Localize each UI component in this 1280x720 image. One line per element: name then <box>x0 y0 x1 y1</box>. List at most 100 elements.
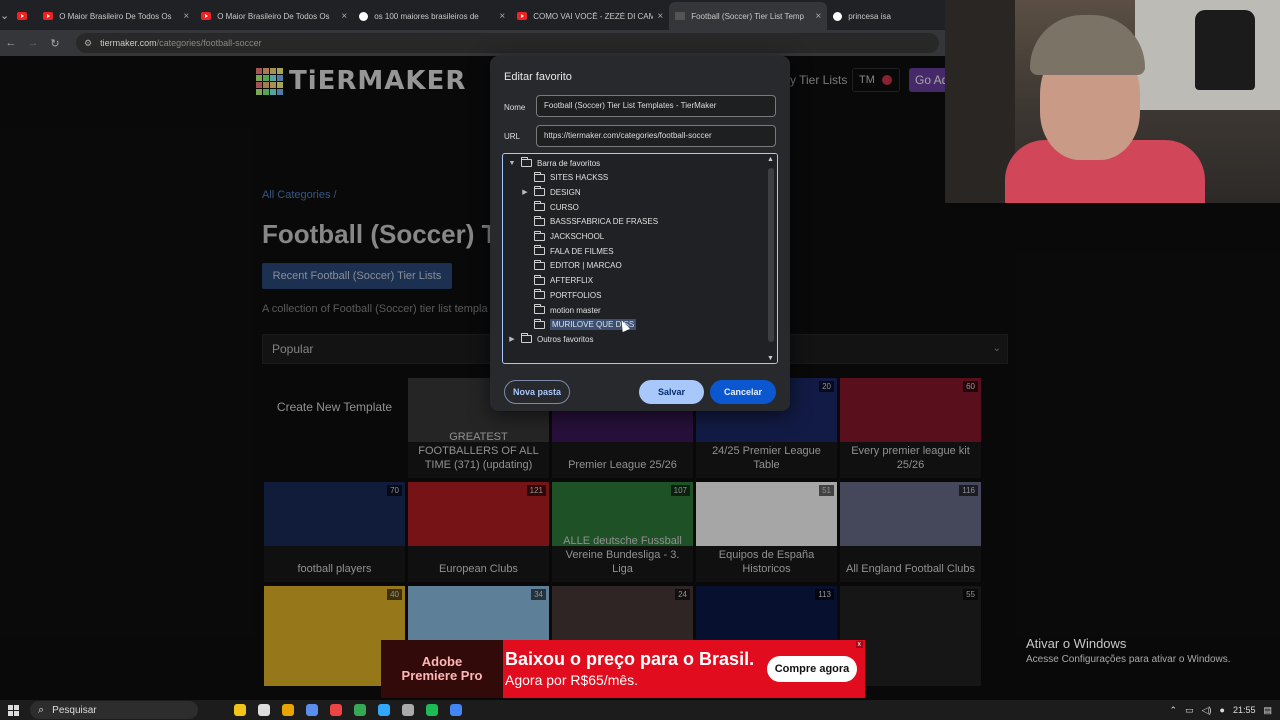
tab-search-chevron-icon[interactable]: ⌄ <box>0 0 9 30</box>
close-tab-icon[interactable]: × <box>657 11 663 22</box>
ad-subline: Agora por R$65/mês. <box>505 672 639 688</box>
taskbar-app-icon[interactable] <box>228 700 252 720</box>
folder-icon <box>534 318 545 329</box>
taskbar-app-icon[interactable] <box>444 700 468 720</box>
folder-icon <box>534 259 545 270</box>
back-arrow-icon[interactable]: ← <box>0 37 22 49</box>
browser-tab[interactable] <box>9 2 37 30</box>
volume-icon[interactable]: ◁) <box>1202 705 1212 716</box>
youtube-favicon-icon <box>201 12 212 20</box>
folder-label: DESIGN <box>550 187 581 197</box>
taskbar-app-icon[interactable] <box>372 700 396 720</box>
folder-label: CURSO <box>550 202 579 212</box>
activate-subtitle: Acesse Configurações para ativar o Windo… <box>1026 654 1231 665</box>
taskbar-app-icon[interactable] <box>396 700 420 720</box>
taskbar-app-icon[interactable] <box>276 700 300 720</box>
app-glyph <box>306 704 318 716</box>
close-tab-icon[interactable]: × <box>341 11 347 22</box>
folder-row[interactable]: ▼ Barra de favoritos <box>507 156 600 170</box>
folder-row[interactable]: motion master <box>520 303 601 317</box>
taskbar-app-icon[interactable] <box>252 700 276 720</box>
ad-banner[interactable]: Adobe Premiere Pro Baixou o preço para o… <box>381 640 865 698</box>
dialog-title: Editar favorito <box>504 71 572 83</box>
close-tab-icon[interactable]: × <box>183 11 189 22</box>
ad-close-icon[interactable]: x <box>855 641 863 648</box>
clock[interactable]: 21:55 <box>1233 705 1256 715</box>
scroll-up-icon[interactable]: ▲ <box>767 156 774 163</box>
close-tab-icon[interactable]: × <box>499 11 505 22</box>
folder-row[interactable]: AFTERFLIX <box>520 274 593 288</box>
windows-taskbar: ⌕ Pesquisar ⌃ ▭ ◁) ● 21:55 ▤ <box>0 700 1280 720</box>
browser-tab[interactable]: O Maior Brasileiro De Todos Os × <box>37 2 195 30</box>
notifications-icon[interactable]: ▤ <box>1263 705 1272 716</box>
taskbar-app-icon[interactable] <box>300 700 324 720</box>
tab-title: O Maior Brasileiro De Todos Os <box>59 11 172 21</box>
expand-toggle-icon[interactable]: ▼ <box>507 160 517 167</box>
folder-row[interactable]: ▶ DESIGN <box>520 185 581 199</box>
app-glyph <box>450 704 462 716</box>
bookmark-url-field[interactable]: https://tiermaker.com/categories/footbal… <box>536 125 776 147</box>
mic-icon[interactable]: ● <box>1220 705 1225 715</box>
ad-brand-bottom: Premiere Pro <box>401 668 483 683</box>
folder-icon <box>534 201 545 212</box>
taskbar-app-icon[interactable] <box>348 700 372 720</box>
cancel-button[interactable]: Cancelar <box>710 380 776 404</box>
expand-toggle-icon[interactable]: ▶ <box>507 335 517 343</box>
scroll-down-icon[interactable]: ▼ <box>767 355 774 362</box>
browser-tab[interactable]: Football (Soccer) Tier List Temp × <box>669 2 828 30</box>
folder-label: Barra de favoritos <box>537 158 601 168</box>
activate-windows-watermark: Ativar o Windows Acesse Configurações pa… <box>1026 636 1231 665</box>
folder-icon <box>534 245 545 256</box>
forward-arrow-icon[interactable]: → <box>22 37 44 49</box>
folder-label: BASSSFABRICA DE FRASES <box>550 217 659 227</box>
app-glyph <box>258 704 270 716</box>
browser-toolbar: ← → ↻ ⚙ tiermaker.com/categories/footbal… <box>0 30 945 56</box>
folder-tree[interactable]: ▲ ▼ ▼ Barra de favoritos SITES HACKSS ▶ DESI… <box>502 153 778 364</box>
scrollbar-thumb[interactable] <box>768 168 774 342</box>
hanging-shirt <box>1195 10 1255 90</box>
browser-tab[interactable]: os 100 maiores brasileiros de × <box>353 2 511 30</box>
folder-label: EDITOR | MARCAO <box>550 261 622 271</box>
ad-brand: Adobe Premiere Pro <box>381 640 503 698</box>
browser-tab[interactable]: O Maior Brasileiro De Todos Os × <box>195 2 353 30</box>
folder-row[interactable]: SITES HACKSS <box>520 171 608 185</box>
folder-row[interactable]: BASSSFABRICA DE FRASES <box>520 215 658 229</box>
app-glyph <box>234 704 246 716</box>
address-bar[interactable]: ⚙ tiermaker.com/categories/football-socc… <box>76 33 939 53</box>
bookmark-name-field[interactable]: Football (Soccer) Tier List Templates - … <box>536 95 776 117</box>
close-tab-icon[interactable]: × <box>815 11 821 22</box>
folder-row[interactable]: FALA DE FILMES <box>520 244 614 258</box>
windows-start-icon[interactable] <box>0 700 26 720</box>
folder-icon <box>534 289 545 300</box>
taskbar-app-icon[interactable] <box>420 700 444 720</box>
folder-row[interactable]: EDITOR | MARCAO <box>520 259 622 273</box>
tree-scrollbar[interactable]: ▲ ▼ <box>765 154 777 363</box>
folder-row[interactable]: JACKSCHOOL <box>520 230 604 244</box>
folder-icon <box>534 230 545 241</box>
bookshelf <box>945 0 1015 203</box>
folder-row[interactable]: ▶ Outros favoritos <box>507 332 593 346</box>
app-glyph <box>282 704 294 716</box>
network-icon[interactable]: ▭ <box>1185 705 1194 716</box>
tab-title: os 100 maiores brasileiros de <box>374 11 479 21</box>
app-glyph <box>354 704 366 716</box>
site-info-icon[interactable]: ⚙ <box>84 38 92 49</box>
new-folder-button[interactable]: Nova pasta <box>504 380 570 404</box>
ad-cta-button[interactable]: Compre agora <box>767 656 857 682</box>
folder-row[interactable]: PORTFOLIOS <box>520 288 601 302</box>
app-glyph <box>330 704 342 716</box>
expand-toggle-icon[interactable]: ▶ <box>520 188 530 196</box>
browser-tab[interactable]: COMO VAI VOCÊ - ZEZÉ DI CAM × <box>511 2 669 30</box>
search-placeholder: Pesquisar <box>52 704 97 716</box>
folder-row[interactable]: CURSO <box>520 200 579 214</box>
folder-icon <box>521 157 532 167</box>
reload-icon[interactable]: ↻ <box>44 37 66 50</box>
folder-icon <box>534 186 545 197</box>
chevron-up-icon[interactable]: ⌃ <box>1170 705 1178 716</box>
taskbar-search[interactable]: ⌕ Pesquisar <box>30 701 198 719</box>
taskbar-app-icon[interactable] <box>324 700 348 720</box>
webcam-feed <box>945 0 1280 203</box>
tab-title: COMO VAI VOCÊ - ZEZÉ DI CAM <box>533 11 654 21</box>
folder-label: Outros favoritos <box>537 334 594 344</box>
save-button[interactable]: Salvar <box>639 380 704 404</box>
